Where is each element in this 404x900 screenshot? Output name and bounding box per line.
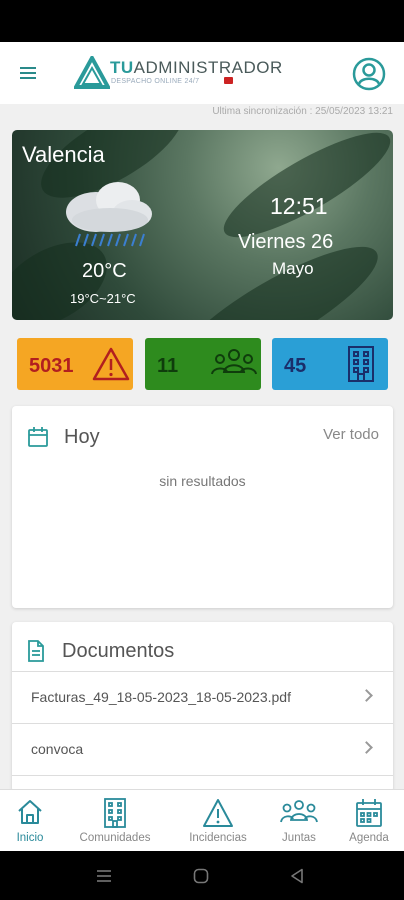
logo-triangle-icon [74, 56, 110, 89]
weather-time: 12:51 [270, 193, 328, 219]
stat-incidencias-value: 5031 [29, 355, 74, 377]
view-all-link[interactable]: Ver todo [323, 426, 379, 443]
bottom-nav: Inicio Comunidades Incidencias Juntas Ag… [0, 789, 404, 851]
stat-juntas-value: 11 [157, 355, 179, 377]
nav-label: Incidencias [189, 832, 247, 844]
nav-inicio[interactable]: Inicio [0, 790, 60, 852]
stat-comunidades-value: 45 [284, 355, 307, 377]
building-icon [104, 798, 126, 828]
recent-apps-icon[interactable] [96, 869, 112, 883]
document-row[interactable]: convoca [12, 723, 393, 775]
stat-incidencias[interactable]: 5031 [17, 338, 133, 390]
warning-icon [203, 799, 233, 827]
system-navigation-bar [0, 851, 404, 900]
building-icon [348, 346, 374, 382]
today-empty: sin resultados [159, 473, 246, 489]
people-icon [211, 349, 257, 375]
nav-agenda[interactable]: Agenda [342, 790, 396, 852]
nav-label: Agenda [349, 832, 389, 844]
document-name: Facturas_49_18-05-2023_18-05-2023.pdf [31, 689, 291, 705]
nav-label: Juntas [282, 832, 316, 844]
hamburger-icon[interactable] [20, 64, 44, 82]
people-icon [280, 800, 318, 823]
weather-card: Valencia 20°C 19°C~21°C 12:51 Viernes 26… [12, 130, 393, 320]
nav-comunidades[interactable]: Comunidades [70, 790, 160, 852]
calendar-icon [356, 799, 382, 827]
weather-range: 19°C~21°C [70, 291, 136, 306]
nav-juntas[interactable]: Juntas [272, 790, 326, 852]
chevron-right-icon [360, 689, 373, 702]
logo-text: TUADMINISTRADOR [110, 58, 283, 77]
back-icon[interactable] [290, 868, 304, 884]
document-row[interactable]: Facturas_49_18-05-2023_18-05-2023.pdf [12, 671, 393, 723]
chevron-right-icon [360, 741, 373, 754]
nav-label: Inicio [16, 832, 44, 844]
documents-card: Documentos Facturas_49_18-05-2023_18-05-… [12, 622, 393, 792]
logo-tagline: DESPACHO ONLINE 24/7 [111, 78, 200, 85]
weather-month: Mayo [272, 259, 314, 278]
nav-incidencias[interactable]: Incidencias [180, 790, 256, 852]
stat-comunidades[interactable]: 45 [272, 338, 388, 390]
document-icon [28, 640, 44, 662]
app-header: TUADMINISTRADOR DESPACHO ONLINE 24/7 [0, 42, 404, 104]
warning-icon [92, 347, 130, 381]
documents-title: Documentos [62, 640, 175, 662]
cloud-rain-icon [62, 174, 158, 259]
home-icon [18, 800, 42, 824]
home-button-icon[interactable] [193, 868, 209, 884]
sync-status: Ultima sincronización : 25/05/2023 13:21 [212, 106, 393, 117]
status-bar [0, 0, 404, 42]
weather-day: Viernes 26 [238, 231, 334, 253]
nav-label: Comunidades [79, 832, 151, 844]
calendar-icon [28, 427, 48, 447]
today-card: Hoy Ver todo sin resultados [12, 406, 393, 608]
weather-city: Valencia [22, 142, 105, 167]
weather-temperature: 20°C [82, 260, 127, 282]
flag-icon [224, 77, 233, 84]
app-logo: TUADMINISTRADOR DESPACHO ONLINE 24/7 [74, 54, 282, 92]
document-name: convoca [31, 741, 84, 757]
stat-juntas[interactable]: 11 [145, 338, 261, 390]
today-title: Hoy [64, 426, 100, 448]
user-circle-icon[interactable] [352, 57, 386, 91]
